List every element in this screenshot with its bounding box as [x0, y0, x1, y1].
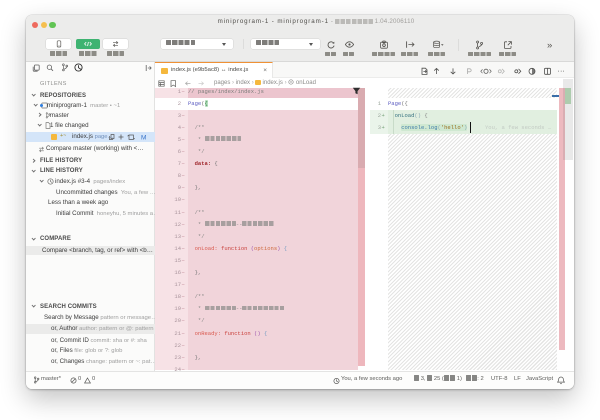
svg-text:M: M: [141, 134, 146, 141]
